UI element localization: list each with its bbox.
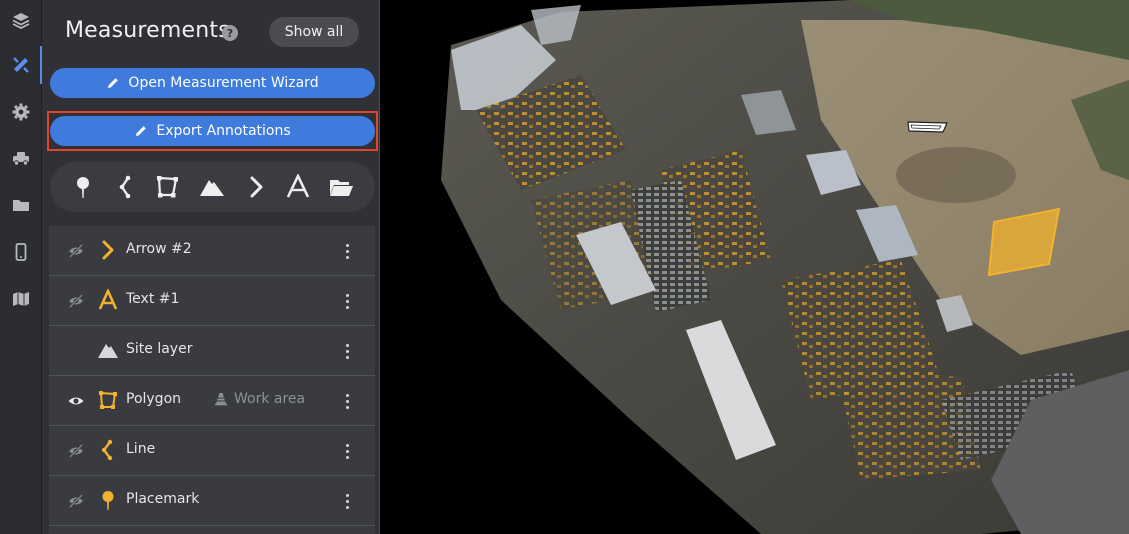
tool-text[interactable] — [284, 173, 312, 201]
layer-chip-label: Work area — [234, 391, 306, 407]
arrow-icon — [250, 176, 263, 198]
text-icon — [98, 289, 118, 310]
vehicle-icon — [13, 152, 29, 166]
pencil-icon — [108, 78, 119, 88]
rail-measure-button[interactable] — [0, 44, 43, 86]
gear-icon — [12, 103, 30, 121]
wizard-button-label: Open Measurement Wizard — [128, 75, 319, 91]
pencil-icon — [136, 126, 147, 136]
aerial-site-model — [441, 0, 1129, 534]
eye-icon[interactable] — [67, 392, 85, 410]
show-all-button[interactable]: Show all — [269, 17, 359, 47]
kebab-menu-icon[interactable] — [339, 240, 355, 262]
panel-title: Measurements — [65, 18, 230, 43]
polygon-icon — [99, 391, 117, 409]
measurement-list: Arrow #2 Text #1 Site layer Polygon Work… — [49, 226, 375, 534]
placemark-icon — [102, 491, 114, 510]
tool-arrow[interactable] — [242, 173, 270, 201]
icon-rail — [0, 0, 43, 534]
rail-vehicle-button[interactable] — [0, 137, 42, 179]
tool-placemark[interactable] — [69, 173, 97, 201]
placemark-icon — [77, 177, 89, 198]
volume-icon — [200, 180, 224, 196]
eye-hidden-icon[interactable] — [67, 442, 85, 460]
eye-hidden-icon[interactable] — [67, 492, 85, 510]
tool-volume[interactable] — [198, 173, 226, 201]
eye-hidden-icon[interactable] — [67, 242, 85, 260]
list-item[interactable]: Site layer — [49, 326, 375, 376]
list-item-label: Polygon — [126, 391, 182, 407]
measurements-panel: Measurements ? Show all Open Measurement… — [42, 0, 380, 534]
list-item-label: Line — [126, 441, 156, 457]
kebab-menu-icon[interactable] — [339, 290, 355, 312]
open-measurement-wizard-button[interactable]: Open Measurement Wizard — [50, 68, 375, 98]
export-annotations-button[interactable]: Export Annotations — [50, 116, 375, 146]
cone-icon — [215, 393, 227, 406]
rail-files-button[interactable] — [0, 184, 42, 226]
list-item-label: Placemark — [126, 491, 200, 507]
tool-polygon[interactable] — [154, 173, 182, 201]
tool-line[interactable] — [112, 173, 140, 201]
eye-hidden-icon[interactable] — [67, 292, 85, 310]
panel-header: Measurements ? Show all — [42, 0, 380, 64]
layer-mountain-icon — [98, 344, 118, 358]
list-item[interactable]: Polygon Work area — [49, 376, 375, 426]
mobile-icon — [15, 243, 27, 261]
list-item-label: Text #1 — [126, 291, 180, 307]
list-item[interactable]: Text #1 — [49, 276, 375, 326]
folder-icon — [13, 200, 29, 211]
layer-chip: Work area — [214, 391, 305, 407]
rail-layers-button[interactable] — [0, 0, 42, 42]
list-item-label: Arrow #2 — [126, 241, 192, 257]
kebab-menu-icon[interactable] — [339, 440, 355, 462]
list-item[interactable]: Arrow #2 — [49, 226, 375, 276]
arrow-icon — [102, 240, 114, 260]
rail-settings-button[interactable] — [0, 91, 42, 133]
list-item[interactable]: Placemark — [49, 476, 375, 526]
line-icon — [101, 439, 113, 461]
measure-tools-icon — [13, 57, 29, 73]
layers-icon — [12, 13, 30, 30]
map-viewport[interactable] — [381, 0, 1129, 534]
kebab-menu-icon[interactable] — [339, 490, 355, 512]
export-button-label: Export Annotations — [156, 123, 291, 139]
help-icon[interactable]: ? — [222, 25, 238, 41]
measurement-toolbar — [50, 162, 375, 212]
map-icon — [13, 292, 29, 306]
polygon-icon — [157, 176, 178, 198]
line-icon — [119, 175, 131, 199]
kebab-menu-icon[interactable] — [339, 390, 355, 412]
list-item[interactable]: Line — [49, 426, 375, 476]
app-window: Measurements ? Show all Open Measurement… — [0, 0, 1129, 534]
kebab-menu-icon[interactable] — [339, 340, 355, 362]
rail-map-button[interactable] — [0, 278, 42, 320]
folder-open-icon — [330, 180, 353, 196]
list-item-label: Site layer — [126, 341, 193, 357]
rail-mobile-button[interactable] — [0, 231, 42, 273]
text-icon — [286, 174, 310, 198]
tool-open-folder[interactable] — [327, 173, 355, 201]
